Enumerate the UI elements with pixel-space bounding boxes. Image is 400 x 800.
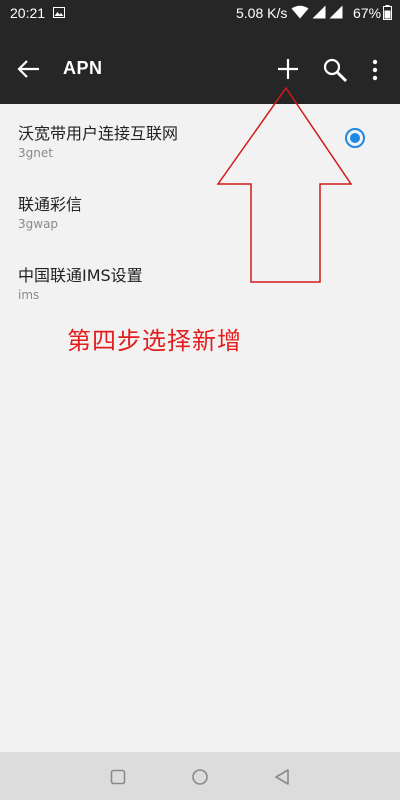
battery-icon [383,5,392,20]
signal-icon [312,5,326,19]
battery-percent: 67% [353,5,382,21]
more-vert-icon[interactable] [366,57,384,83]
page-title: APN [63,58,103,78]
annotation-text: 第四步选择新增 [67,327,242,355]
apn-name: 沃宽带用户连接互联网 [18,124,179,143]
photo-icon [53,7,65,18]
back-arrow-icon[interactable] [16,56,42,82]
status-bar: 20:21 5.08 K/s 67% [0,0,400,26]
network-speed: 5.08 K/s [236,5,288,21]
circle-home-icon[interactable] [190,767,210,787]
wifi-icon [291,5,309,19]
apn-name: 中国联通IMS设置 [18,266,143,285]
status-time: 20:21 [10,5,46,21]
apn-type: 3gnet [18,146,53,160]
apn-type: 3gwap [18,217,59,231]
square-recents-icon[interactable] [109,768,127,786]
plus-icon[interactable] [276,57,300,81]
apn-type: ims [18,288,40,302]
apn-settings-screen: 20:21 5.08 K/s 67% APN 沃宽带用户连接互联网 3gnet … [0,0,400,800]
annotation-arrow-icon [216,86,353,283]
triangle-back-icon[interactable] [272,767,292,787]
apn-name: 联通彩信 [18,195,83,214]
signal-icon [329,5,343,19]
navigation-bar [0,752,400,800]
